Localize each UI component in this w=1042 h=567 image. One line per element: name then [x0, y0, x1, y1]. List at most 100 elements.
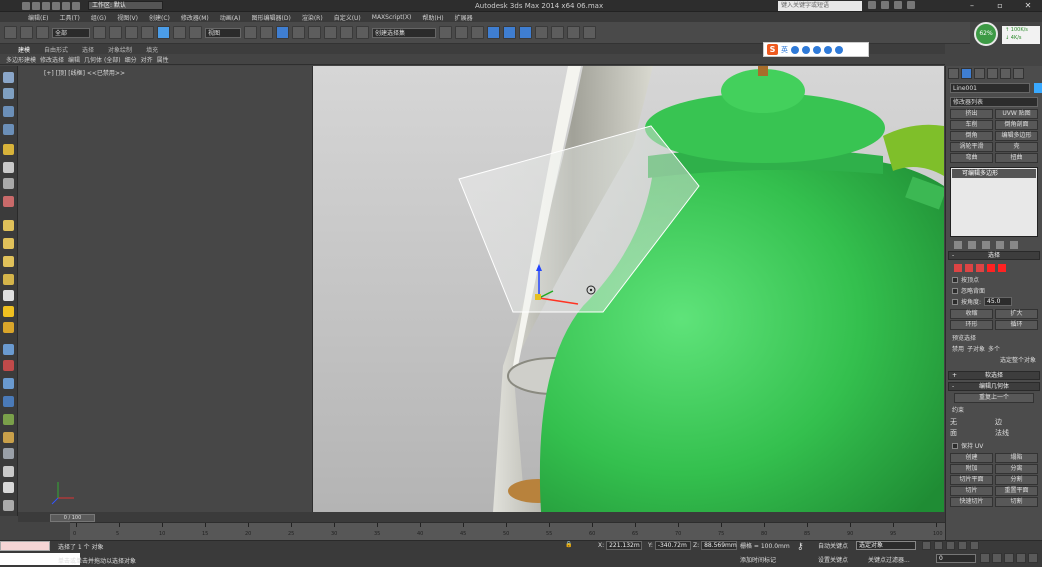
- percent-snap-icon[interactable]: [324, 26, 337, 39]
- viewport-label[interactable]: [+] [顶] [线框] <<已禁用>>: [44, 68, 125, 77]
- pan-icon[interactable]: [1016, 553, 1026, 563]
- help-icon[interactable]: [907, 1, 915, 9]
- bend-button[interactable]: 弯曲: [950, 153, 993, 163]
- ribbon-panel-subdivision[interactable]: 细分: [125, 55, 137, 64]
- maximize-viewport-icon[interactable]: [1028, 553, 1038, 563]
- ime-emoji-icon[interactable]: [802, 45, 810, 54]
- menu-customize[interactable]: 自定义(U): [334, 13, 361, 22]
- layer-explorer-icon[interactable]: [3, 106, 14, 117]
- twist-button[interactable]: 扭曲: [995, 153, 1038, 163]
- preview-subobj-radio[interactable]: 子对象: [967, 344, 985, 353]
- by-angle-checkbox[interactable]: [952, 298, 958, 305]
- polygon-icon[interactable]: [987, 264, 995, 272]
- current-frame-input[interactable]: 0: [936, 554, 976, 563]
- manipulate-icon[interactable]: [260, 26, 273, 39]
- ribbon-panel-modify-selection[interactable]: 修改选择: [40, 55, 64, 64]
- window-crossing-icon[interactable]: [141, 26, 154, 39]
- play-icon[interactable]: [946, 541, 955, 550]
- angle-snap-icon[interactable]: [308, 26, 321, 39]
- material-editor-icon[interactable]: [535, 26, 548, 39]
- configure-sets-icon[interactable]: [1010, 241, 1018, 249]
- ribbon-tab-populate[interactable]: 填充: [146, 45, 158, 54]
- ime-skin-icon[interactable]: [824, 45, 832, 54]
- bevel-button[interactable]: 倒角: [950, 131, 993, 141]
- help-circle-icon[interactable]: [3, 500, 14, 511]
- trackbar[interactable]: 0 5 10 15 20 25 30 35 40 45 50 55 60 65 70 75 80 85 90 95 10…: [70, 522, 945, 540]
- key-filters-button[interactable]: 关键点过滤器...: [868, 555, 910, 564]
- menu-graph-editors[interactable]: 图形编辑器(D): [252, 13, 291, 22]
- menu-group[interactable]: 组(G): [91, 13, 106, 22]
- go-to-start-icon[interactable]: [922, 541, 931, 550]
- save-icon[interactable]: [42, 1, 50, 10]
- lathe-button[interactable]: 车削: [950, 120, 993, 130]
- soft-selection-rollout[interactable]: + 软选择: [948, 371, 1040, 380]
- curve-editor-icon[interactable]: [503, 26, 516, 39]
- selection-filter-dropdown[interactable]: 全部: [52, 27, 90, 38]
- constraint-edge-radio[interactable]: 边: [995, 417, 1038, 427]
- time-slider-track[interactable]: [18, 512, 945, 522]
- edit-named-sets-icon[interactable]: [356, 26, 369, 39]
- ime-mic-icon[interactable]: [813, 45, 821, 54]
- grow-button[interactable]: 扩大: [995, 309, 1038, 319]
- grid-icon[interactable]: [3, 448, 14, 459]
- viewport-label-extra[interactable]: <<已禁用>>: [87, 70, 125, 77]
- graphite-toggle-icon[interactable]: [487, 26, 500, 39]
- ribbon-panel-properties[interactable]: 属性: [157, 55, 169, 64]
- open-icon[interactable]: [32, 1, 40, 10]
- edge-icon[interactable]: [965, 264, 973, 272]
- zoom-icon[interactable]: [980, 553, 990, 563]
- menu-extensions[interactable]: 扩展器: [455, 13, 473, 22]
- y-coord-input[interactable]: -340.72m: [654, 541, 691, 550]
- viewport-label-plus[interactable]: [+]: [44, 70, 54, 77]
- menu-create[interactable]: 创建(C): [149, 13, 170, 22]
- remove-modifier-icon[interactable]: [996, 241, 1004, 249]
- field-of-view-icon[interactable]: [1004, 553, 1014, 563]
- sun-icon[interactable]: [3, 306, 14, 317]
- slice-plane-button[interactable]: 切片平面: [950, 475, 993, 485]
- star-icon[interactable]: [894, 1, 902, 9]
- select-object-icon[interactable]: [93, 26, 106, 39]
- lights-icon[interactable]: [3, 144, 14, 155]
- x-coord-input[interactable]: 221.132m: [606, 541, 643, 550]
- key-icon[interactable]: ⚷: [797, 542, 804, 552]
- reset-plane-button[interactable]: 重置平面: [995, 486, 1038, 496]
- hierarchy-icon[interactable]: [3, 378, 14, 389]
- globe-icon[interactable]: [3, 396, 14, 407]
- spinner-snap-icon[interactable]: [340, 26, 353, 39]
- select-by-name-icon[interactable]: [109, 26, 122, 39]
- paint-icon[interactable]: [3, 360, 14, 371]
- undo-icon[interactable]: [52, 1, 60, 10]
- search-input[interactable]: 键入关键字或短语: [778, 1, 862, 11]
- select-scale-icon[interactable]: [189, 26, 202, 39]
- subscription-icon[interactable]: [881, 1, 889, 9]
- preserve-uv-checkbox[interactable]: [952, 442, 958, 449]
- link-icon[interactable]: [4, 26, 17, 39]
- ignore-backfacing-row[interactable]: 忽略背面: [946, 285, 1042, 296]
- ime-punct-icon[interactable]: [791, 45, 799, 54]
- scene-explorer-icon[interactable]: [3, 88, 14, 99]
- next-frame-icon[interactable]: [958, 541, 967, 550]
- make-unique-icon[interactable]: [982, 241, 990, 249]
- slice-button[interactable]: 切片: [950, 486, 993, 496]
- minimize-button[interactable]: –: [958, 0, 986, 12]
- sogou-logo[interactable]: S: [767, 44, 778, 55]
- attach-button[interactable]: 附加: [950, 464, 993, 474]
- object-color-swatch[interactable]: [1034, 83, 1042, 93]
- constraint-normal-radio[interactable]: 法线: [995, 428, 1038, 438]
- maxscript-listener-input[interactable]: [0, 541, 50, 551]
- menu-help[interactable]: 帮助(H): [422, 13, 443, 22]
- loop-button[interactable]: 循环: [995, 320, 1038, 330]
- display-tab-icon[interactable]: [1000, 68, 1011, 79]
- z-coord-input[interactable]: 88.569mm: [701, 541, 738, 550]
- menu-modifiers[interactable]: 修改器(M): [181, 13, 209, 22]
- constraint-none-radio[interactable]: 无: [950, 417, 993, 427]
- edit-geometry-rollout[interactable]: - 编辑几何体: [948, 382, 1040, 391]
- menu-views[interactable]: 视图(V): [117, 13, 138, 22]
- angle-input[interactable]: 45.0: [984, 297, 1013, 306]
- vertex-icon[interactable]: [954, 264, 962, 272]
- modifier-list-dropdown[interactable]: 修改器列表: [950, 97, 1038, 107]
- menu-edit[interactable]: 编辑(E): [28, 13, 48, 22]
- modifier-stack[interactable]: 可编辑多边形: [950, 167, 1038, 237]
- object-name-field[interactable]: Line001: [950, 83, 1030, 93]
- bones-icon[interactable]: [3, 432, 14, 443]
